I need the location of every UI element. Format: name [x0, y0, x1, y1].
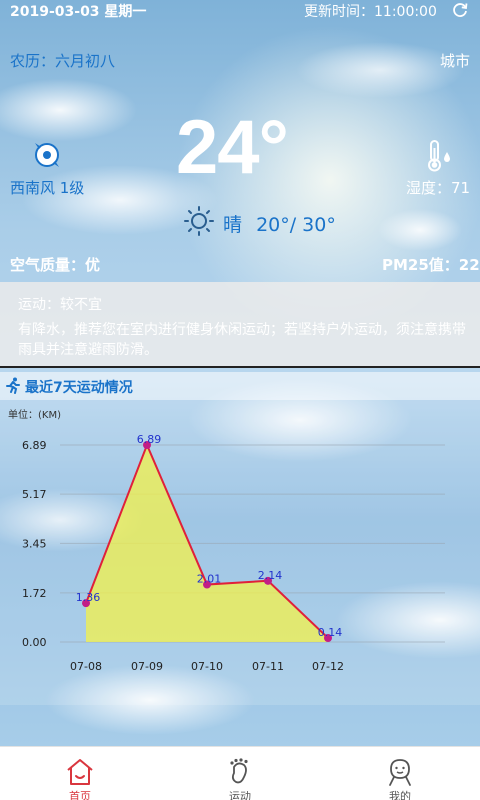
- condition-label: 晴: [223, 214, 243, 236]
- sun-icon: [183, 205, 215, 237]
- data-label: 2.01: [197, 573, 222, 586]
- refresh-icon[interactable]: [451, 1, 469, 19]
- data-label: 1.36: [76, 591, 101, 604]
- home-icon: [67, 759, 93, 785]
- x-tick-label: 07-08: [70, 660, 102, 673]
- bottom-tab-bar: 首页 运动 我的: [0, 746, 480, 800]
- advice-text: 有降水，推荐您在室内进行健身休闲运动；若坚持户外运动，须注意携带雨具并注意避雨防…: [18, 322, 466, 358]
- running-icon: [5, 377, 21, 395]
- air-quality: 空气质量：优: [10, 256, 101, 274]
- city-selector[interactable]: 城市: [440, 50, 470, 71]
- tab-exercise[interactable]: 运动: [200, 747, 280, 800]
- chart-title: 最近7天运动情况: [25, 380, 133, 396]
- y-tick-label: 3.45: [22, 537, 47, 550]
- tab-exercise-label: 运动: [229, 790, 251, 800]
- wind-direction-icon: [30, 138, 64, 172]
- lunar-date: 农历：六月初八: [10, 52, 116, 70]
- advice-title: 运动：较不宜: [18, 297, 102, 313]
- tab-profile-label: 我的: [389, 790, 411, 800]
- top-bar: 2019-03-03 星期一 更新时间：11:00:00: [0, 0, 480, 22]
- wind-info: 西南风 1级: [10, 179, 85, 197]
- tab-home[interactable]: 首页: [40, 747, 120, 800]
- temperature-range: 20°/ 30°: [256, 214, 336, 236]
- footprint-icon: [230, 758, 248, 784]
- x-tick-label: 07-10: [191, 660, 223, 673]
- data-label: 0.14: [318, 626, 343, 639]
- pm25-value: PM25值：22: [382, 256, 480, 274]
- humidity-value: 湿度：71: [406, 179, 471, 197]
- x-tick-label: 07-09: [131, 660, 163, 673]
- data-label: 6.89: [137, 433, 162, 446]
- exercise-chart: 6.89 5.17 3.45 1.72 0.00 1.36 6.89 2.01 2.14 0.14…: [22, 433, 445, 673]
- update-time: 更新时间：11:00:00: [304, 4, 437, 20]
- current-temperature: 24°: [176, 105, 289, 190]
- profile-icon: [389, 759, 411, 786]
- x-tick-label: 07-12: [312, 660, 344, 673]
- exercise-advice-panel: 运动：较不宜 有降水，推荐您在室内进行健身休闲运动；若坚持户外运动，须注意携带雨…: [0, 282, 480, 368]
- condition-text: 晴 20°/ 30°: [223, 210, 336, 237]
- tab-profile[interactable]: 我的: [360, 747, 440, 800]
- chart-header: 最近7天运动情况: [0, 372, 480, 400]
- y-tick-label: 6.89: [22, 439, 47, 452]
- y-tick-label: 0.00: [22, 636, 47, 649]
- humidity-icon: [420, 138, 456, 174]
- tab-home-label: 首页: [69, 790, 91, 800]
- y-tick-label: 1.72: [22, 587, 47, 600]
- data-label: 2.14: [258, 569, 283, 582]
- x-tick-label: 07-11: [252, 660, 284, 673]
- y-tick-label: 5.17: [22, 488, 47, 501]
- date-text: 2019-03-03 星期一: [10, 4, 147, 20]
